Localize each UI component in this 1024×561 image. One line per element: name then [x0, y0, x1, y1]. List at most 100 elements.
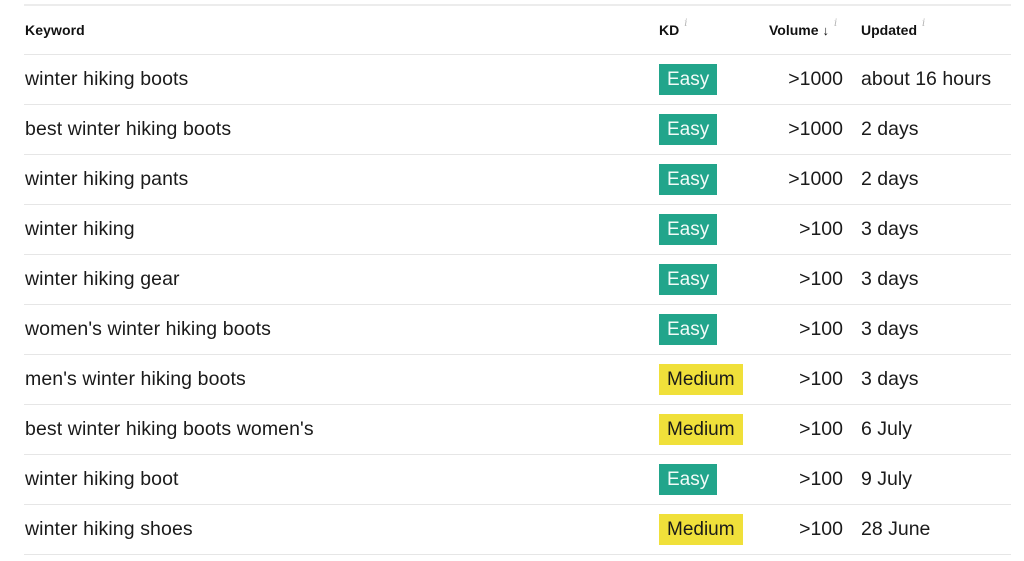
- kd-cell: Easy: [659, 105, 718, 154]
- keyword-text: best winter hiking boots women's: [25, 418, 314, 440]
- keyword-cell[interactable]: winter hiking gear: [25, 255, 180, 304]
- column-header-keyword[interactable]: Keyword: [25, 6, 85, 54]
- keyword-cell[interactable]: best winter hiking boots women's: [25, 405, 314, 454]
- table-row[interactable]: winter hiking shoes Medium >100 28 June: [24, 505, 1011, 555]
- info-icon[interactable]: i: [834, 18, 837, 29]
- keyword-text: winter hiking gear: [25, 268, 180, 290]
- updated-text: 9 July: [861, 468, 912, 490]
- kd-badge: Easy: [659, 64, 718, 95]
- table-body: winter hiking boots Easy >1000 about 16 …: [24, 55, 1011, 555]
- kd-badge: Easy: [659, 464, 718, 495]
- volume-text: >1000: [788, 68, 843, 90]
- updated-cell: 3 days: [861, 205, 918, 254]
- kd-badge: Medium: [659, 414, 743, 445]
- table-row[interactable]: men's winter hiking boots Medium >100 3 …: [24, 355, 1011, 405]
- volume-text: >1000: [788, 118, 843, 140]
- kd-cell: Easy: [659, 55, 718, 104]
- volume-cell: >100: [744, 355, 843, 404]
- keyword-text: winter hiking pants: [25, 168, 189, 190]
- keyword-text: best winter hiking boots: [25, 118, 232, 140]
- updated-text: 3 days: [861, 268, 919, 290]
- kd-badge: Easy: [659, 164, 718, 195]
- kd-cell: Easy: [659, 205, 718, 254]
- info-icon[interactable]: i: [684, 18, 687, 29]
- keyword-cell[interactable]: men's winter hiking boots: [25, 355, 246, 404]
- volume-cell: >100: [744, 505, 843, 554]
- keyword-text: men's winter hiking boots: [25, 368, 246, 390]
- volume-cell: >100: [744, 205, 843, 254]
- table-row[interactable]: best winter hiking boots Easy >1000 2 da…: [24, 105, 1011, 155]
- kd-badge: Easy: [659, 314, 718, 345]
- kd-cell: Medium: [659, 355, 743, 404]
- keyword-table: Keyword KD i Volume ↓ i Updated i winter…: [24, 4, 1011, 555]
- volume-cell: >1000: [744, 55, 843, 104]
- volume-cell: >1000: [744, 105, 843, 154]
- keyword-text: winter hiking shoes: [25, 518, 193, 540]
- updated-cell: 3 days: [861, 255, 918, 304]
- volume-cell: >100: [744, 255, 843, 304]
- volume-cell: >100: [744, 305, 843, 354]
- table-row[interactable]: winter hiking gear Easy >100 3 days: [24, 255, 1011, 305]
- column-header-kd[interactable]: KD i: [659, 6, 687, 54]
- updated-text: about 16 hours: [861, 68, 992, 90]
- keyword-text: winter hiking: [25, 218, 135, 240]
- updated-text: 28 June: [861, 518, 931, 540]
- volume-text: >100: [799, 418, 843, 440]
- updated-cell: 28 June: [861, 505, 930, 554]
- keyword-cell[interactable]: winter hiking boot: [25, 455, 179, 504]
- column-header-keyword-label: Keyword: [25, 22, 85, 38]
- kd-cell: Easy: [659, 155, 718, 204]
- kd-cell: Easy: [659, 255, 718, 304]
- volume-cell: >1000: [744, 155, 843, 204]
- keyword-cell[interactable]: women's winter hiking boots: [25, 305, 271, 354]
- column-header-volume[interactable]: Volume ↓ i: [769, 6, 837, 54]
- updated-cell: 3 days: [861, 355, 918, 404]
- volume-text: >100: [799, 268, 843, 290]
- table-row[interactable]: winter hiking Easy >100 3 days: [24, 205, 1011, 255]
- keyword-cell[interactable]: winter hiking shoes: [25, 505, 193, 554]
- kd-cell: Medium: [659, 405, 743, 454]
- updated-cell: 2 days: [861, 105, 918, 154]
- table-header: Keyword KD i Volume ↓ i Updated i: [24, 6, 1011, 55]
- column-header-kd-label: KD: [659, 22, 680, 38]
- volume-text: >100: [799, 368, 843, 390]
- arrow-down-icon[interactable]: ↓: [823, 23, 830, 38]
- keyword-cell[interactable]: best winter hiking boots: [25, 105, 231, 154]
- updated-text: 3 days: [861, 318, 919, 340]
- kd-cell: Easy: [659, 455, 718, 504]
- updated-text: 2 days: [861, 118, 919, 140]
- volume-cell: >100: [744, 405, 843, 454]
- updated-cell: about 16 hours: [861, 55, 991, 104]
- keyword-cell[interactable]: winter hiking pants: [25, 155, 188, 204]
- table-row[interactable]: winter hiking boot Easy >100 9 July: [24, 455, 1011, 505]
- kd-badge: Easy: [659, 114, 718, 145]
- table-row[interactable]: women's winter hiking boots Easy >100 3 …: [24, 305, 1011, 355]
- kd-badge: Easy: [659, 214, 718, 245]
- keyword-cell[interactable]: winter hiking: [25, 205, 135, 254]
- kd-badge: Medium: [659, 364, 743, 395]
- keyword-text: women's winter hiking boots: [25, 318, 271, 340]
- volume-text: >100: [799, 318, 843, 340]
- table-row[interactable]: winter hiking boots Easy >1000 about 16 …: [24, 55, 1011, 105]
- updated-text: 6 July: [861, 418, 912, 440]
- updated-cell: 2 days: [861, 155, 918, 204]
- updated-text: 2 days: [861, 168, 919, 190]
- kd-cell: Easy: [659, 305, 718, 354]
- updated-cell: 9 July: [861, 455, 912, 504]
- column-header-updated-label: Updated: [861, 22, 917, 38]
- volume-cell: >100: [744, 455, 843, 504]
- table-row[interactable]: winter hiking pants Easy >1000 2 days: [24, 155, 1011, 205]
- volume-text: >100: [799, 218, 843, 240]
- keyword-cell[interactable]: winter hiking boots: [25, 55, 188, 104]
- volume-text: >100: [799, 468, 843, 490]
- updated-cell: 6 July: [861, 405, 912, 454]
- updated-cell: 3 days: [861, 305, 918, 354]
- column-header-updated[interactable]: Updated i: [861, 6, 925, 54]
- kd-cell: Medium: [659, 505, 743, 554]
- kd-badge: Easy: [659, 264, 718, 295]
- table-row[interactable]: best winter hiking boots women's Medium …: [24, 405, 1011, 455]
- volume-text: >100: [799, 518, 843, 540]
- keyword-text: winter hiking boot: [25, 468, 179, 490]
- keyword-text: winter hiking boots: [25, 68, 189, 90]
- info-icon[interactable]: i: [922, 18, 925, 29]
